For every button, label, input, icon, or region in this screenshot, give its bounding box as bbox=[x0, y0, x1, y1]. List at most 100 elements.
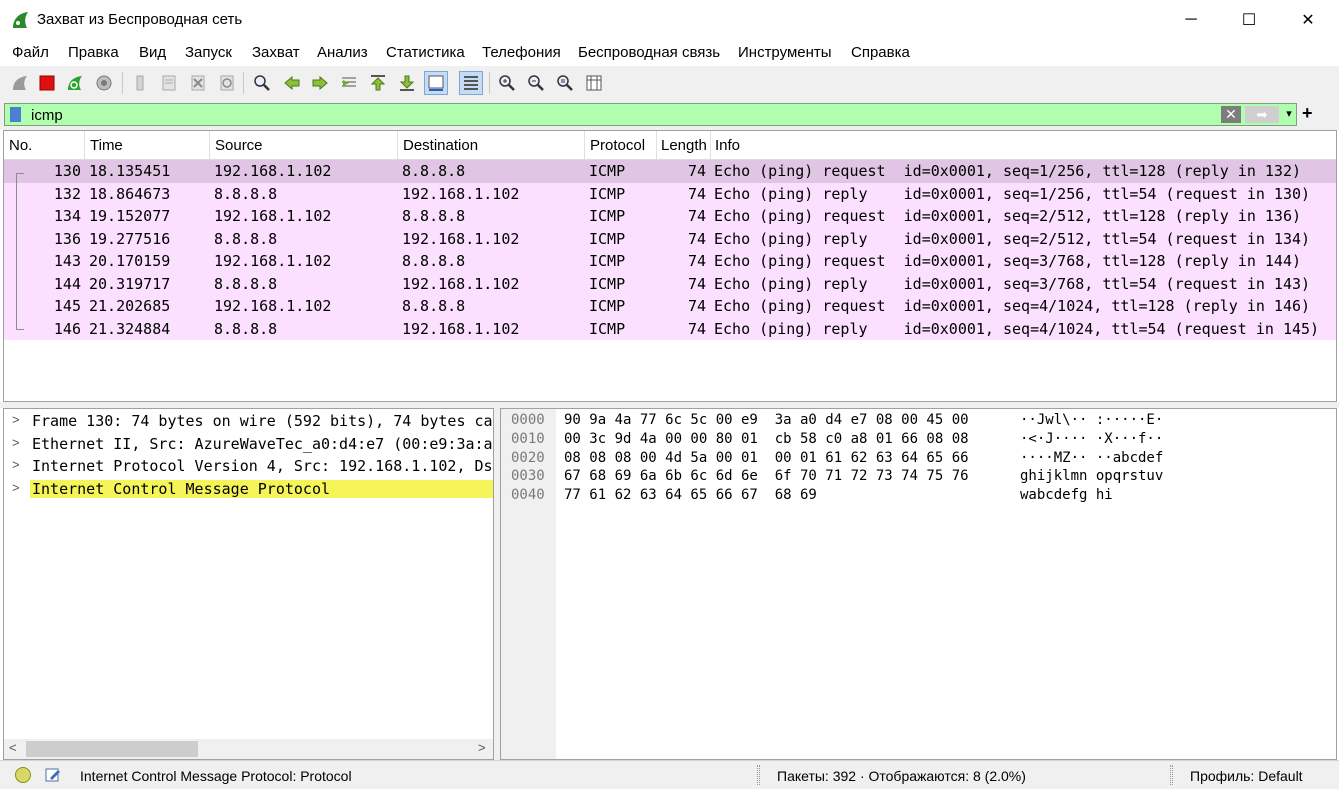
column-divider[interactable] bbox=[84, 131, 85, 159]
column-divider[interactable] bbox=[209, 131, 210, 159]
restart-capture-icon[interactable] bbox=[63, 71, 87, 95]
expand-arrow-icon[interactable]: > bbox=[12, 480, 20, 495]
close-file-icon[interactable] bbox=[186, 71, 210, 95]
packet-row[interactable]: 146 21.324884 8.8.8.8 192.168.1.102 ICMP… bbox=[4, 317, 1336, 340]
cell-destination: 192.168.1.102 bbox=[402, 229, 520, 248]
display-filter-input[interactable]: icmp ✕ ➡ ▾ bbox=[4, 103, 1297, 126]
bytes-ascii[interactable]: ··Jwl\·· :·····E· bbox=[1020, 412, 1163, 428]
column-info[interactable]: Info bbox=[715, 137, 740, 154]
normal-size-icon[interactable] bbox=[553, 71, 577, 95]
bytes-ascii[interactable]: ·<·J···· ·X···f·· bbox=[1020, 431, 1163, 447]
column-length[interactable]: Length bbox=[661, 137, 707, 154]
packet-bytes-pane[interactable]: 0000 90 9a 4a 77 6c 5c 00 e9 3a a0 d4 e7… bbox=[500, 408, 1337, 760]
cell-source: 8.8.8.8 bbox=[214, 319, 278, 338]
display-filter-value[interactable]: icmp bbox=[31, 107, 63, 124]
bytes-hex[interactable]: 90 9a 4a 77 6c 5c 00 e9 3a a0 d4 e7 08 0… bbox=[564, 412, 969, 428]
resize-columns-icon[interactable] bbox=[582, 71, 606, 95]
menu-help[interactable]: Справка bbox=[851, 44, 910, 61]
menu-telephony[interactable]: Телефония bbox=[482, 44, 561, 61]
bookmark-icon[interactable] bbox=[10, 107, 21, 122]
expand-arrow-icon[interactable]: > bbox=[12, 457, 20, 472]
clear-filter-icon[interactable]: ✕ bbox=[1221, 106, 1241, 123]
bytes-hex[interactable]: 00 3c 9d 4a 00 00 80 01 cb 58 c0 a8 01 6… bbox=[564, 431, 969, 447]
packet-row[interactable]: 143 20.170159 192.168.1.102 8.8.8.8 ICMP… bbox=[4, 250, 1336, 273]
maximize-button[interactable]: ☐ bbox=[1220, 0, 1278, 40]
column-source[interactable]: Source bbox=[215, 137, 263, 154]
packet-row[interactable]: 144 20.319717 8.8.8.8 192.168.1.102 ICMP… bbox=[4, 272, 1336, 295]
zoom-out-icon[interactable] bbox=[524, 71, 548, 95]
cell-destination: 192.168.1.102 bbox=[402, 319, 520, 338]
cell-no: 134 bbox=[53, 207, 81, 225]
menu-capture[interactable]: Захват bbox=[252, 44, 300, 61]
packet-row[interactable]: 134 19.152077 192.168.1.102 8.8.8.8 ICMP… bbox=[4, 205, 1336, 228]
detail-row-ipv4[interactable]: > Internet Protocol Version 4, Src: 192.… bbox=[4, 455, 493, 478]
packet-row[interactable]: 132 18.864673 8.8.8.8 192.168.1.102 ICMP… bbox=[4, 182, 1336, 205]
column-divider[interactable] bbox=[584, 131, 585, 159]
scroll-left-icon[interactable]: < bbox=[9, 740, 17, 755]
minimize-button[interactable]: ─ bbox=[1162, 0, 1220, 40]
expand-arrow-icon[interactable]: > bbox=[12, 435, 20, 450]
column-time[interactable]: Time bbox=[90, 137, 123, 154]
cell-source: 192.168.1.102 bbox=[214, 297, 332, 315]
menu-statistics[interactable]: Статистика bbox=[386, 44, 465, 61]
packet-list[interactable]: No. Time Source Destination Protocol Len… bbox=[3, 130, 1337, 402]
expert-info-icon[interactable] bbox=[15, 767, 31, 783]
bytes-hex[interactable]: 08 08 08 00 4d 5a 00 01 00 01 61 62 63 6… bbox=[564, 450, 969, 466]
shark-fin-start-icon[interactable] bbox=[8, 71, 32, 95]
reload-file-icon[interactable] bbox=[215, 71, 239, 95]
last-packet-icon[interactable] bbox=[395, 71, 419, 95]
first-packet-icon[interactable] bbox=[366, 71, 390, 95]
packet-row[interactable]: 145 21.202685 192.168.1.102 8.8.8.8 ICMP… bbox=[4, 295, 1336, 318]
go-forward-icon[interactable] bbox=[308, 71, 332, 95]
column-no[interactable]: No. bbox=[9, 137, 32, 154]
autoscroll-icon[interactable] bbox=[424, 71, 448, 95]
bytes-ascii[interactable]: ghijklmn opqrstuv bbox=[1020, 468, 1163, 484]
status-profile[interactable]: Профиль: Default bbox=[1190, 768, 1303, 784]
menu-file[interactable]: Файл bbox=[12, 44, 49, 61]
colorize-icon[interactable] bbox=[459, 71, 483, 95]
open-file-icon[interactable] bbox=[128, 71, 152, 95]
column-destination[interactable]: Destination bbox=[403, 137, 478, 154]
cell-destination: 8.8.8.8 bbox=[402, 297, 466, 315]
bytes-ascii[interactable]: ····MZ·· ··abcdef bbox=[1020, 450, 1163, 466]
menu-wireless[interactable]: Беспроводная связь bbox=[578, 44, 720, 61]
column-protocol[interactable]: Protocol bbox=[590, 137, 645, 154]
column-divider[interactable] bbox=[710, 131, 711, 159]
zoom-in-icon[interactable] bbox=[495, 71, 519, 95]
detail-row-frame[interactable]: > Frame 130: 74 bytes on wire (592 bits)… bbox=[4, 410, 493, 433]
apply-filter-icon[interactable]: ➡ bbox=[1245, 106, 1279, 123]
scrollbar-thumb[interactable] bbox=[26, 741, 198, 757]
column-divider[interactable] bbox=[397, 131, 398, 159]
packet-details-pane[interactable]: > Frame 130: 74 bytes on wire (592 bits)… bbox=[3, 408, 494, 760]
capture-options-icon[interactable] bbox=[92, 71, 116, 95]
detail-text: Internet Protocol Version 4, Src: 192.16… bbox=[32, 457, 493, 475]
menu-go[interactable]: Запуск bbox=[185, 44, 232, 61]
menu-tools[interactable]: Инструменты bbox=[738, 44, 832, 61]
close-button[interactable]: ✕ bbox=[1279, 0, 1337, 40]
capture-comment-icon[interactable] bbox=[44, 766, 62, 784]
cell-no: 145 bbox=[53, 297, 81, 315]
go-to-packet-icon[interactable] bbox=[337, 71, 361, 95]
detail-row-icmp[interactable]: > Internet Control Message Protocol bbox=[4, 478, 493, 501]
scroll-right-icon[interactable]: > bbox=[478, 740, 486, 755]
packet-row[interactable]: 136 19.277516 8.8.8.8 192.168.1.102 ICMP… bbox=[4, 227, 1336, 250]
save-file-icon[interactable] bbox=[157, 71, 181, 95]
menu-edit[interactable]: Правка bbox=[68, 44, 119, 61]
bytes-ascii[interactable]: wabcdefg hi bbox=[1020, 487, 1113, 503]
status-divider[interactable] bbox=[1170, 765, 1173, 785]
expand-arrow-icon[interactable]: > bbox=[12, 412, 20, 427]
go-back-icon[interactable] bbox=[280, 71, 304, 95]
detail-row-ethernet[interactable]: > Ethernet II, Src: AzureWaveTec_a0:d4:e… bbox=[4, 433, 493, 456]
find-packet-icon[interactable] bbox=[250, 71, 274, 95]
details-horizontal-scrollbar[interactable]: < > bbox=[4, 739, 493, 759]
bytes-hex[interactable]: 77 61 62 63 64 65 66 67 68 69 bbox=[564, 487, 817, 503]
menu-view[interactable]: Вид bbox=[139, 44, 166, 61]
stop-capture-icon[interactable] bbox=[35, 71, 59, 95]
status-divider[interactable] bbox=[757, 765, 760, 785]
menu-analyze[interactable]: Анализ bbox=[317, 44, 368, 61]
add-filter-button-icon[interactable]: + bbox=[1302, 103, 1313, 124]
bytes-hex[interactable]: 67 68 69 6a 6b 6c 6d 6e 6f 70 71 72 73 7… bbox=[564, 468, 969, 484]
packet-row-selected[interactable]: 130 18.135451 192.168.1.102 8.8.8.8 ICMP… bbox=[4, 160, 1336, 183]
column-divider[interactable] bbox=[656, 131, 657, 159]
filter-history-dropdown-icon[interactable]: ▾ bbox=[1282, 106, 1296, 123]
